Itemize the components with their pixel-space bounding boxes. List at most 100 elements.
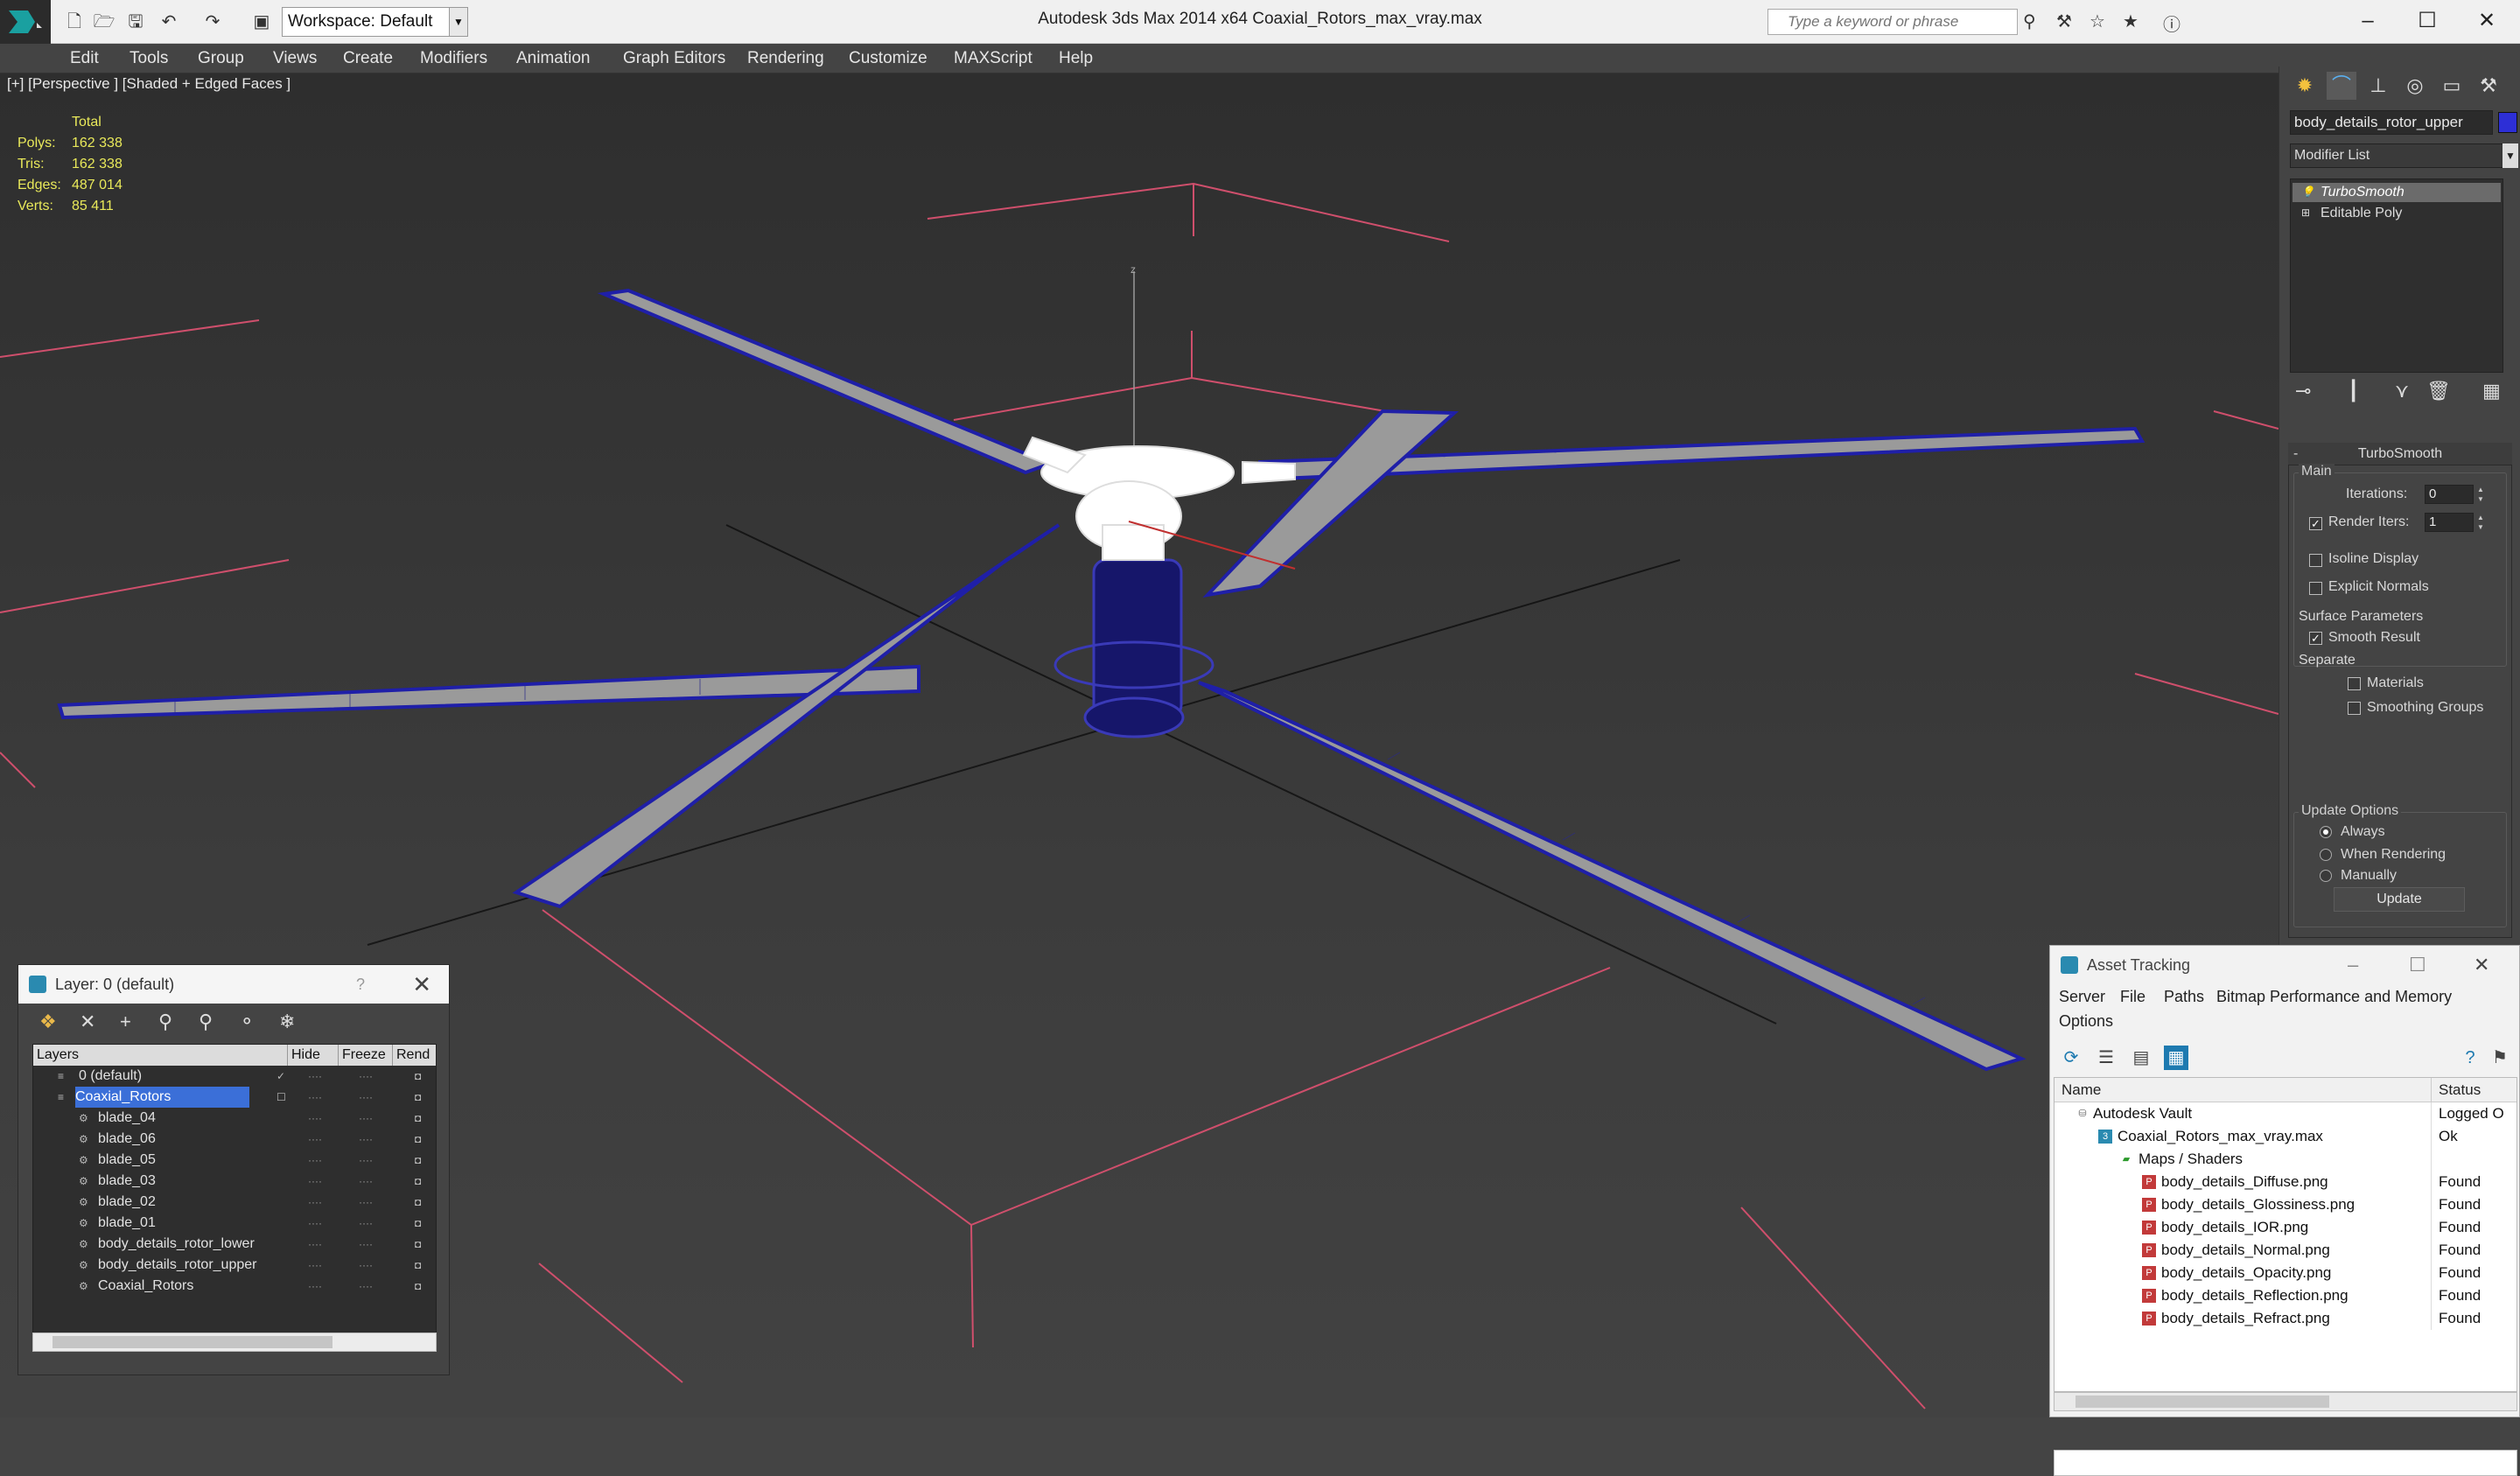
- menu-paths[interactable]: Paths: [2164, 988, 2204, 1006]
- column-header-status[interactable]: Status: [2431, 1078, 2481, 1102]
- asset-row[interactable]: Pbody_details_Refract.png Found: [2054, 1307, 2516, 1330]
- highlight-layer-icon[interactable]: ⚲: [199, 1011, 213, 1033]
- asset-row[interactable]: Pbody_details_Normal.png Found: [2054, 1239, 2516, 1262]
- layer-row[interactable]: ⚙ blade_03 ···· ···· ◘: [33, 1171, 436, 1192]
- search-input[interactable]: [1768, 10, 2017, 34]
- expand-icon[interactable]: ⊞: [2301, 207, 2312, 218]
- active-box-icon[interactable]: ☐: [276, 1092, 287, 1102]
- new-file-icon[interactable]: 🗋: [63, 10, 86, 33]
- close-button[interactable]: ✕: [2474, 946, 2489, 984]
- close-button[interactable]: ✕: [2460, 3, 2513, 38]
- hierarchy-tab-icon[interactable]: ⊥: [2363, 72, 2393, 100]
- remove-modifier-icon[interactable]: 🗑: [2426, 380, 2451, 402]
- communication-center-icon[interactable]: ⚒: [2056, 10, 2072, 32]
- chevron-down-icon[interactable]: ▼: [2502, 143, 2518, 168]
- project-folder-icon[interactable]: ▣: [250, 10, 273, 33]
- collapse-icon[interactable]: -: [2293, 443, 2298, 465]
- modifier-list-dropdown[interactable]: Modifier List ▼: [2290, 143, 2518, 168]
- update-manually-radio[interactable]: [2320, 870, 2332, 882]
- asset-row[interactable]: ▰ Maps / Shaders: [2054, 1148, 2516, 1171]
- menu-modifiers[interactable]: Modifiers: [420, 44, 487, 73]
- update-always-radio[interactable]: [2320, 826, 2332, 838]
- detail-view-icon[interactable]: ▤: [2129, 1046, 2153, 1070]
- rollout-header[interactable]: - TurboSmooth: [2288, 443, 2512, 465]
- render-iters-checkbox[interactable]: ✓: [2309, 517, 2322, 530]
- hide-all-layers-icon[interactable]: ⚬: [239, 1011, 255, 1033]
- freeze-all-layers-icon[interactable]: ❄: [279, 1011, 295, 1033]
- render-iters-spinner[interactable]: 1: [2425, 513, 2487, 532]
- layer-row[interactable]: ⚙ body_details_rotor_upper ···· ···· ◘: [33, 1255, 436, 1276]
- app-logo-button[interactable]: [0, 0, 51, 44]
- help-icon[interactable]: ?: [356, 965, 365, 1004]
- layer-row[interactable]: ≡ 0 (default) ✓ ···· ···· ◘: [33, 1066, 436, 1087]
- scrollbar-thumb[interactable]: [2076, 1396, 2329, 1408]
- menu-create[interactable]: Create: [343, 44, 393, 73]
- update-when-rendering-radio[interactable]: [2320, 849, 2332, 861]
- materials-checkbox[interactable]: [2348, 677, 2361, 690]
- chevron-down-icon[interactable]: ▼: [449, 7, 468, 37]
- undo-icon[interactable]: ↶: [158, 10, 180, 33]
- maximize-button[interactable]: ☐: [2409, 946, 2426, 984]
- add-to-layer-icon[interactable]: +: [120, 1011, 131, 1033]
- menu-tools[interactable]: Tools: [130, 44, 168, 73]
- list-view-icon[interactable]: ☰: [2094, 1046, 2118, 1070]
- asset-row[interactable]: Pbody_details_Opacity.png Found: [2054, 1262, 2516, 1284]
- make-unique-icon[interactable]: ⋎: [2395, 380, 2409, 402]
- save-file-icon[interactable]: 🖫: [124, 10, 147, 33]
- iterations-spinner[interactable]: 0: [2425, 485, 2487, 504]
- minimize-button[interactable]: –: [2342, 3, 2394, 38]
- column-header-name[interactable]: Name: [2062, 1078, 2101, 1102]
- workspace-dropdown[interactable]: Workspace: Default ▼: [282, 7, 468, 37]
- delete-layer-icon[interactable]: ✕: [80, 1011, 95, 1033]
- layer-row[interactable]: ⚙ body_details_rotor_lower ···· ···· ◘: [33, 1234, 436, 1255]
- help-icon[interactable]: ?: [2458, 1046, 2482, 1070]
- menu-maxscript[interactable]: MAXScript: [954, 44, 1032, 73]
- smoothing-groups-checkbox[interactable]: [2348, 702, 2361, 715]
- object-color-swatch[interactable]: [2498, 112, 2517, 133]
- menu-edit[interactable]: Edit: [70, 44, 99, 73]
- layer-row[interactable]: ≡ Coaxial_Rotors ☐ ···· ···· ◘: [33, 1087, 436, 1108]
- viewport-label[interactable]: [+] [Perspective ] [Shaded + Edged Faces…: [7, 75, 290, 93]
- layer-row[interactable]: ⚙ Coaxial_Rotors ···· ···· ◘: [33, 1276, 436, 1297]
- stack-item-turbosmooth[interactable]: 💡 TurboSmooth: [2292, 183, 2501, 202]
- render-icon[interactable]: ◘: [415, 1239, 425, 1249]
- modify-tab-icon[interactable]: ⌒: [2327, 72, 2356, 100]
- menu-bitmap-performance[interactable]: Bitmap Performance and Memory: [2216, 988, 2452, 1006]
- render-icon[interactable]: ◘: [415, 1113, 425, 1123]
- layer-dialog-titlebar[interactable]: Layer: 0 (default) ? ✕: [18, 965, 449, 1004]
- layer-row[interactable]: ⚙ blade_06 ···· ···· ◘: [33, 1129, 436, 1150]
- asset-row[interactable]: ⛁ Autodesk Vault Logged O: [2054, 1102, 2516, 1125]
- menu-help[interactable]: Help: [1059, 44, 1093, 73]
- smooth-result-checkbox[interactable]: ✓: [2309, 632, 2322, 645]
- star-icon[interactable]: ★: [2123, 10, 2138, 32]
- column-header-render[interactable]: Rend: [392, 1045, 430, 1066]
- menu-file[interactable]: File: [2120, 988, 2146, 1006]
- menu-rendering[interactable]: Rendering: [747, 44, 824, 73]
- search-field[interactable]: [1768, 9, 2018, 35]
- create-layer-icon[interactable]: ❖: [39, 1011, 57, 1033]
- pin-icon[interactable]: ⚑: [2488, 1046, 2512, 1070]
- help-icon[interactable]: ⓘ: [2163, 10, 2180, 36]
- column-header-hide[interactable]: Hide: [287, 1045, 320, 1066]
- menu-group[interactable]: Group: [198, 44, 244, 73]
- render-icon[interactable]: ◘: [415, 1155, 425, 1165]
- render-icon[interactable]: ◘: [415, 1092, 425, 1102]
- open-file-icon[interactable]: 🗁: [93, 10, 116, 33]
- column-header-layers[interactable]: Layers: [33, 1045, 79, 1066]
- favorites-icon[interactable]: ☆: [2090, 10, 2105, 32]
- layer-row[interactable]: ⚙ blade_02 ···· ···· ◘: [33, 1192, 436, 1213]
- menu-options[interactable]: Options: [2059, 1012, 2113, 1031]
- menu-server[interactable]: Server: [2059, 988, 2105, 1006]
- create-tab-icon[interactable]: ✹: [2290, 72, 2320, 100]
- isoline-display-checkbox[interactable]: [2309, 554, 2322, 567]
- utilities-tab-icon[interactable]: ⚒: [2474, 72, 2503, 100]
- menu-customize[interactable]: Customize: [849, 44, 928, 73]
- display-tab-icon[interactable]: ▭: [2437, 72, 2467, 100]
- refresh-icon[interactable]: ⟳: [2059, 1046, 2083, 1070]
- redo-icon[interactable]: ↷: [201, 10, 224, 33]
- minimize-button[interactable]: –: [2348, 946, 2358, 984]
- menu-animation[interactable]: Animation: [516, 44, 591, 73]
- menu-graph-editors[interactable]: Graph Editors: [623, 44, 725, 73]
- lightbulb-icon[interactable]: 💡: [2301, 186, 2314, 197]
- explicit-normals-checkbox[interactable]: [2309, 582, 2322, 595]
